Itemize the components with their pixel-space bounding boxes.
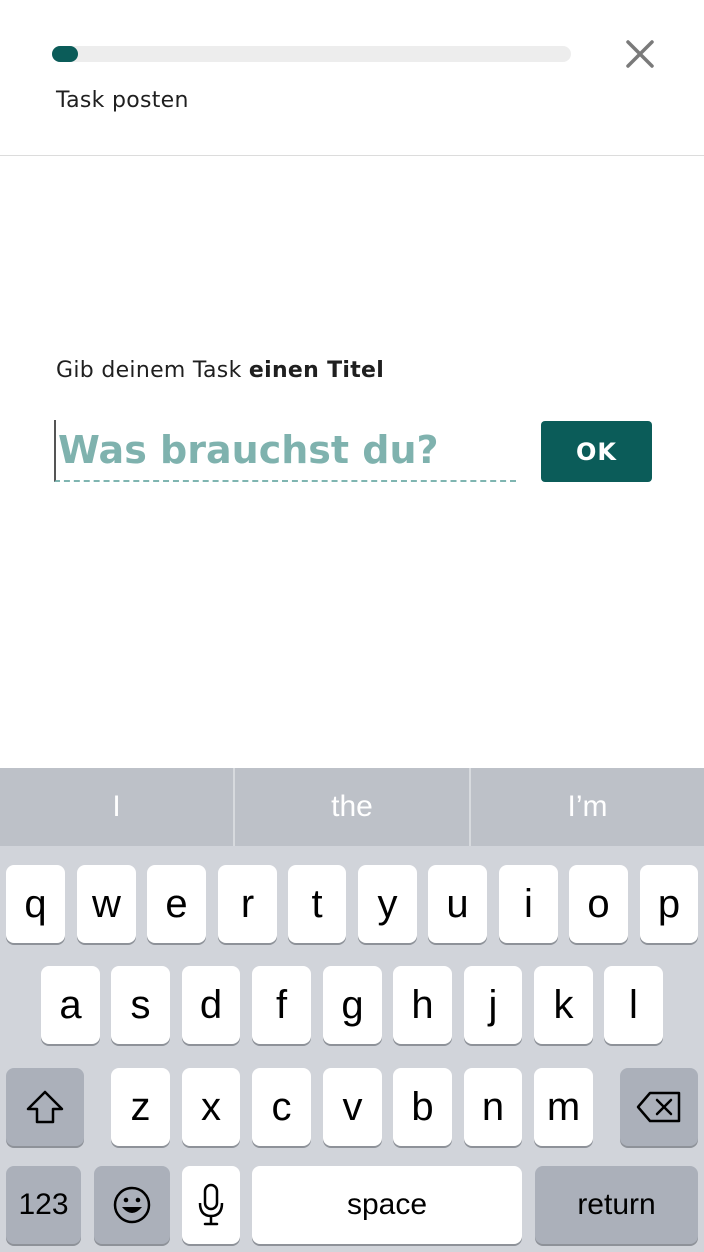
key-v[interactable]: v <box>323 1068 382 1146</box>
microphone-key[interactable] <box>182 1166 240 1244</box>
close-button[interactable] <box>620 34 660 74</box>
title-prompt-emphasis: einen Titel <box>248 358 385 383</box>
key-w[interactable]: w <box>77 865 136 943</box>
progress-bar-fill <box>52 46 78 62</box>
key-s[interactable]: s <box>111 966 170 1044</box>
return-key[interactable]: return <box>535 1166 698 1244</box>
key-b[interactable]: b <box>393 1068 452 1146</box>
suggestion-2[interactable]: the <box>235 768 469 846</box>
key-p[interactable]: p <box>640 865 698 943</box>
suggestion-1[interactable]: I <box>0 768 233 846</box>
key-f[interactable]: f <box>252 966 311 1044</box>
key-u[interactable]: u <box>428 865 487 943</box>
key-h[interactable]: h <box>393 966 452 1044</box>
on-screen-keyboard: I the I’m q w e r t y u i o p a s d f g … <box>0 768 704 1252</box>
close-icon <box>626 40 654 68</box>
title-prompt-text: Gib deinem Task <box>56 358 249 383</box>
progress-bar <box>52 46 571 62</box>
page-title: Task posten <box>56 88 189 113</box>
suggestion-3[interactable]: I’m <box>471 768 704 846</box>
shift-key[interactable] <box>6 1068 84 1146</box>
header-divider <box>0 155 704 156</box>
key-t[interactable]: t <box>288 865 346 943</box>
shift-icon <box>26 1090 64 1124</box>
key-m[interactable]: m <box>534 1068 593 1146</box>
key-q[interactable]: q <box>6 865 65 943</box>
key-r[interactable]: r <box>218 865 277 943</box>
microphone-icon <box>198 1183 224 1226</box>
emoji-icon <box>113 1186 151 1224</box>
numbers-key[interactable]: 123 <box>6 1166 81 1244</box>
key-i[interactable]: i <box>499 865 558 943</box>
key-j[interactable]: j <box>464 966 522 1044</box>
ok-button[interactable]: OK <box>541 421 652 482</box>
key-g[interactable]: g <box>323 966 382 1044</box>
backspace-icon <box>636 1091 681 1123</box>
key-k[interactable]: k <box>534 966 593 1044</box>
key-z[interactable]: z <box>111 1068 170 1146</box>
key-y[interactable]: y <box>358 865 417 943</box>
emoji-key[interactable] <box>94 1166 170 1244</box>
suggestion-bar: I the I’m <box>0 768 704 846</box>
key-o[interactable]: o <box>569 865 628 943</box>
space-key[interactable]: space <box>252 1166 522 1244</box>
key-x[interactable]: x <box>182 1068 240 1146</box>
key-c[interactable]: c <box>252 1068 311 1146</box>
key-e[interactable]: e <box>147 865 206 943</box>
key-l[interactable]: l <box>604 966 663 1044</box>
key-a[interactable]: a <box>41 966 100 1044</box>
key-n[interactable]: n <box>464 1068 522 1146</box>
backspace-key[interactable] <box>620 1068 698 1146</box>
key-d[interactable]: d <box>182 966 240 1044</box>
title-prompt: Gib deinem Task einen Titel <box>56 358 384 383</box>
task-title-input[interactable] <box>54 420 516 482</box>
